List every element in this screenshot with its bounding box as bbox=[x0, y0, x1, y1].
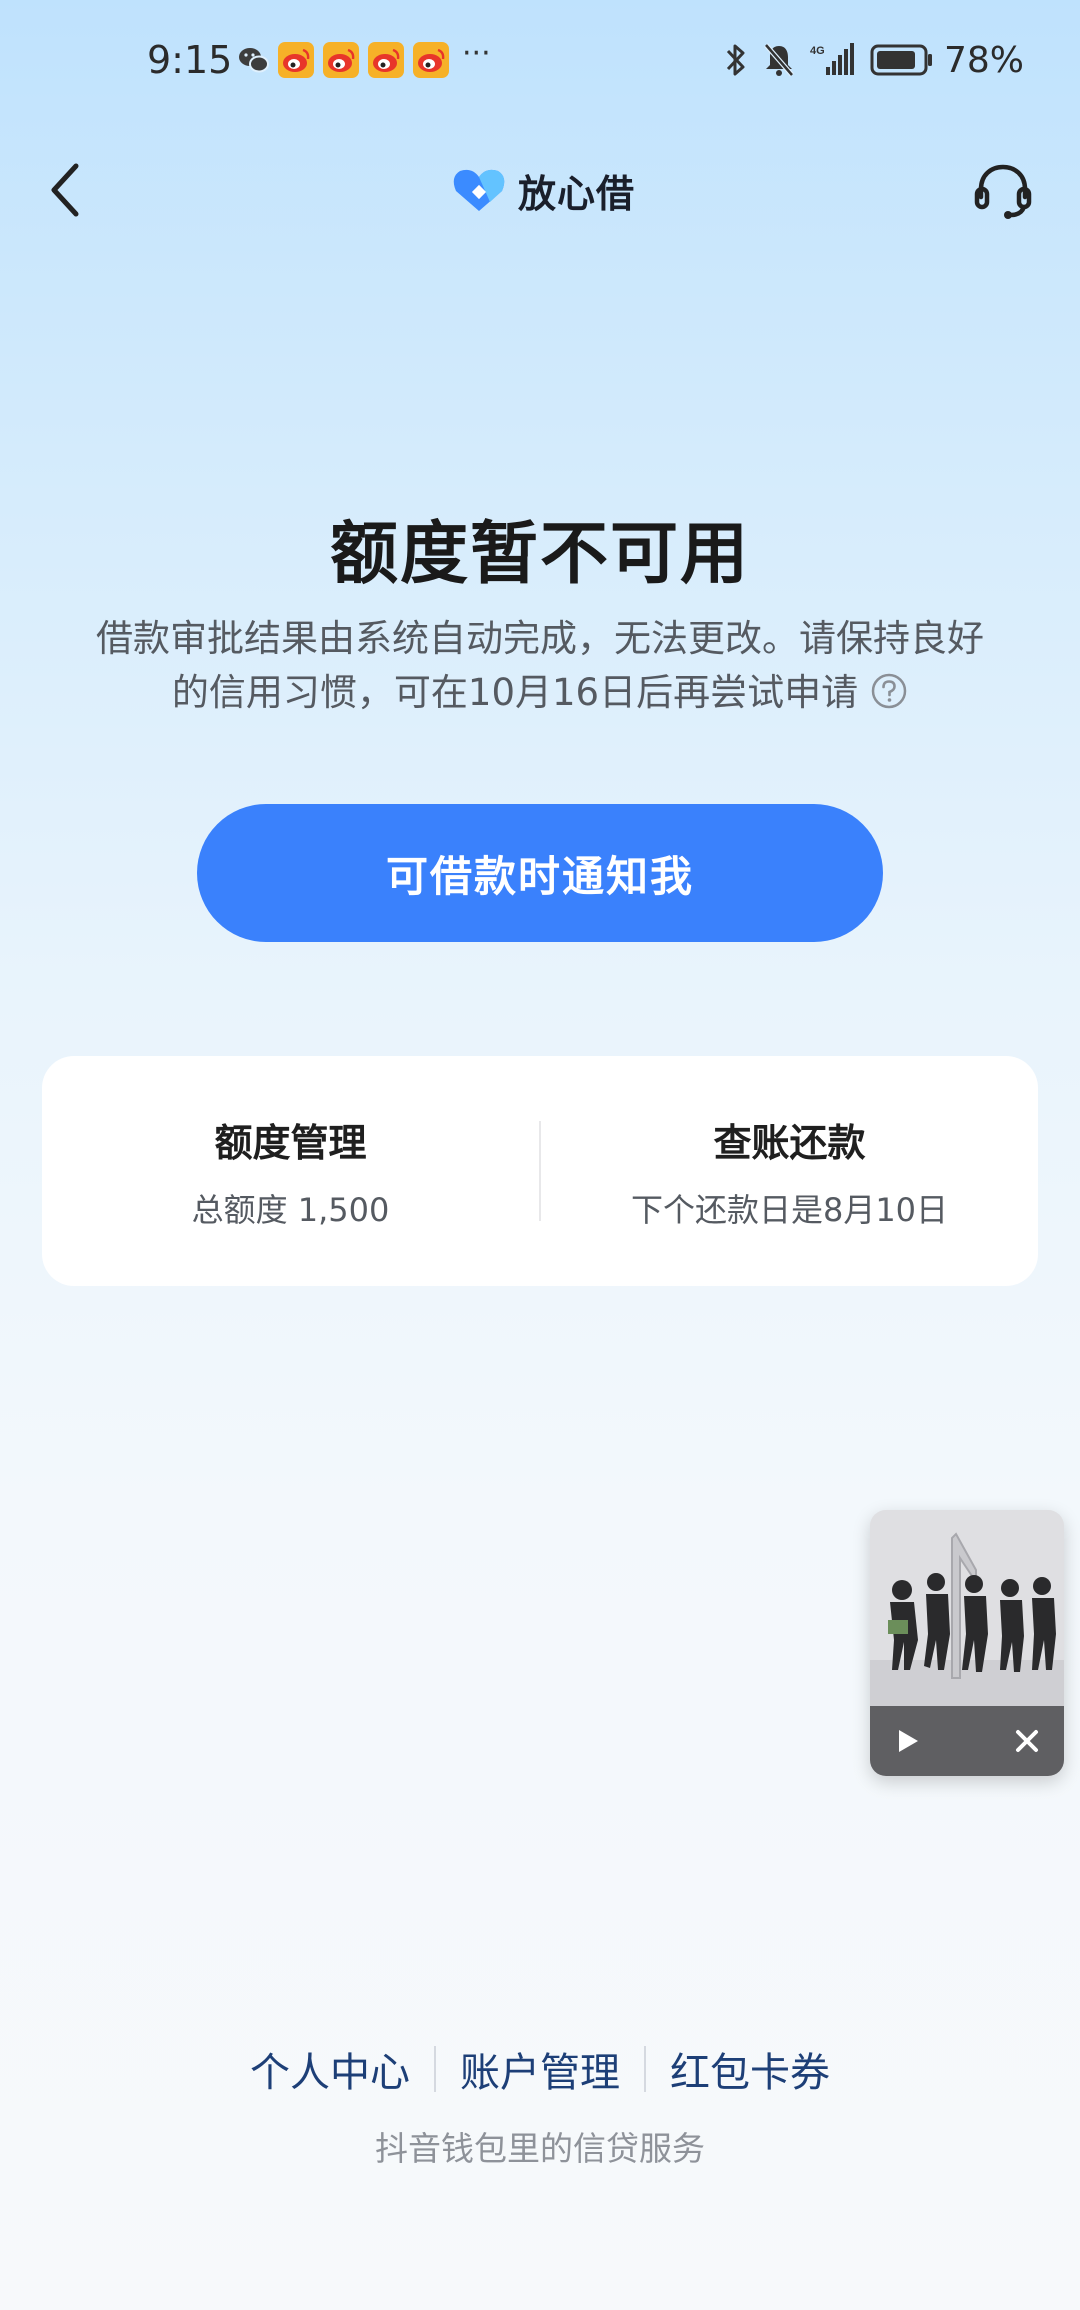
bill-repayment-title: 查账还款 bbox=[713, 1120, 866, 1165]
notify-me-button[interactable]: 可借款时通知我 bbox=[197, 804, 883, 942]
battery-percent: 78% bbox=[943, 39, 1024, 81]
weibo-icon bbox=[323, 42, 359, 78]
page-title: 额度暂不可用 bbox=[329, 515, 750, 594]
play-icon[interactable] bbox=[892, 1726, 922, 1756]
battery-icon bbox=[870, 43, 934, 77]
weibo-icon bbox=[278, 42, 314, 78]
total-quota-text: 总额度 1,500 bbox=[191, 1190, 390, 1229]
video-controls bbox=[870, 1706, 1064, 1776]
customer-service-button[interactable] bbox=[970, 158, 1036, 224]
quota-management-title: 额度管理 bbox=[214, 1120, 367, 1165]
signal-icon: 4G bbox=[810, 41, 856, 79]
brand: 放心借 bbox=[450, 160, 635, 220]
status-description: 借款审批结果由系统自动完成，无法更改。请保持良好的信用习惯，可在10月16日后再… bbox=[90, 612, 990, 720]
wechat-icon bbox=[239, 48, 269, 73]
bluetooth-icon bbox=[724, 41, 748, 79]
mute-bell-icon bbox=[762, 41, 796, 79]
header: 放心借 bbox=[0, 140, 1080, 240]
close-icon[interactable] bbox=[1012, 1726, 1042, 1756]
floating-video-player[interactable] bbox=[870, 1510, 1064, 1776]
status-time: 9:15 bbox=[147, 38, 233, 82]
personal-center-link[interactable]: 个人中心 bbox=[226, 2040, 434, 2098]
footer-links: 个人中心 账户管理 红包卡券 bbox=[0, 2040, 1080, 2098]
chevron-left-icon bbox=[51, 163, 79, 217]
next-repayment-date-text: 下个还款日是8月10日 bbox=[630, 1190, 949, 1229]
weibo-icon bbox=[368, 42, 404, 78]
footer-caption: 抖音钱包里的信贷服务 bbox=[375, 2129, 705, 2168]
fangxinjie-logo-icon bbox=[453, 169, 505, 211]
svg-text:4G: 4G bbox=[810, 45, 825, 57]
weibo-icon bbox=[413, 42, 449, 78]
status-bar: 9:15 ··· 4G 78% bbox=[0, 0, 1080, 120]
status-description-text: 借款审批结果由系统自动完成，无法更改。请保持良好的信用习惯，可在10月16日后再… bbox=[96, 617, 984, 714]
help-question-icon[interactable] bbox=[870, 672, 908, 710]
account-management-link[interactable]: 账户管理 bbox=[436, 2040, 644, 2098]
account-card: 额度管理 总额度 1,500 查账还款 下个还款日是8月10日 bbox=[42, 1056, 1038, 1286]
back-button[interactable] bbox=[36, 160, 96, 220]
brand-name: 放心借 bbox=[518, 171, 636, 216]
more-notifications-indicator: ··· bbox=[462, 36, 491, 71]
headset-icon bbox=[974, 164, 1032, 219]
bill-repayment-entry[interactable]: 查账还款 下个还款日是8月10日 bbox=[541, 1056, 1038, 1286]
system-indicators: 4G 78% bbox=[710, 38, 1024, 82]
video-thumbnail bbox=[870, 1510, 1064, 1706]
quota-management-entry[interactable]: 额度管理 总额度 1,500 bbox=[42, 1056, 539, 1286]
coupons-link[interactable]: 红包卡券 bbox=[646, 2040, 854, 2098]
